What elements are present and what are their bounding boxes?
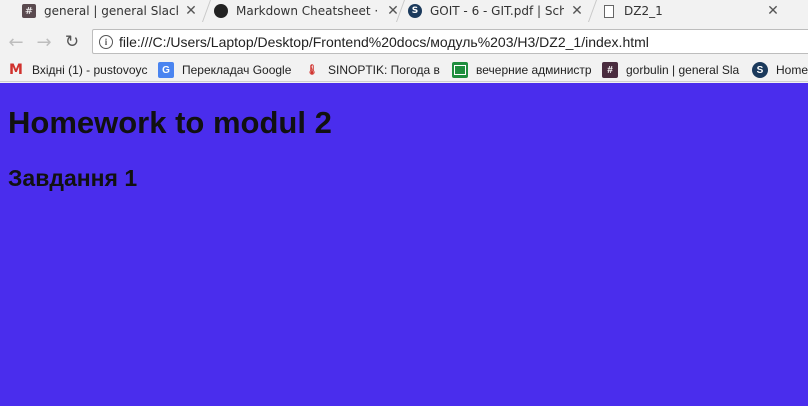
bookmark-label: SINOPTIK: Погода в У	[328, 63, 442, 77]
browser-toolbar: ← → ↻ i file:///C:/Users/Laptop/Desktop/…	[0, 28, 808, 56]
reload-icon[interactable]: ↻	[62, 32, 82, 52]
bookmark-label: вечерние администр	[476, 63, 592, 77]
tab-strip: # general | general Slack ✕ Markdown Che…	[0, 0, 808, 28]
thermometer-icon: 🌡	[305, 64, 319, 76]
bookmark-home[interactable]: S Home	[752, 61, 808, 79]
google-sheets-icon	[452, 62, 468, 78]
bookmark-gmail[interactable]: M Вхідні (1) - pustovoyc	[8, 61, 150, 79]
bookmark-label: Вхідні (1) - pustovoyc	[32, 63, 148, 77]
url-text: file:///C:/Users/Laptop/Desktop/Frontend…	[119, 33, 649, 50]
tab-title: Markdown Cheatsheet · a	[236, 4, 380, 18]
tab-separator	[201, 0, 212, 22]
page-subtitle: Завдання 1	[8, 165, 138, 191]
google-translate-icon: G	[158, 62, 174, 78]
tab-general-slack[interactable]: # general | general Slack ✕	[22, 0, 198, 22]
gmail-icon: M	[9, 62, 23, 78]
slack-hash-icon: #	[22, 4, 36, 18]
page-title: Homework to modul 2	[8, 105, 332, 140]
forward-arrow-icon[interactable]: →	[34, 32, 54, 53]
bookmark-google-translate[interactable]: G Перекладач Google	[158, 61, 294, 79]
info-icon[interactable]: i	[99, 34, 113, 49]
slack-hash-icon: #	[602, 62, 618, 78]
tab-markdown-cheatsheet[interactable]: Markdown Cheatsheet · a ✕	[214, 0, 400, 22]
tab-separator	[587, 0, 598, 22]
tab-dz2-1[interactable]: DZ2_1 ✕	[602, 0, 780, 22]
tab-title: DZ2_1	[624, 4, 663, 18]
skype-icon: S	[408, 4, 422, 18]
skype-icon: S	[752, 62, 768, 78]
tab-title: GOIT - 6 - GIT.pdf | Scho	[430, 4, 564, 18]
bookmarks-bar: M Вхідні (1) - pustovoyc G Перекладач Go…	[0, 58, 808, 82]
bookmark-label: gorbulin | general Sla	[626, 63, 740, 77]
close-icon[interactable]: ✕	[570, 3, 584, 19]
tab-title: general | general Slack	[44, 4, 178, 18]
github-icon	[214, 4, 228, 18]
bookmark-sinoptik[interactable]: 🌡 SINOPTIK: Погода в У	[304, 61, 442, 79]
bookmark-label: Home	[776, 63, 808, 77]
bookmark-label: Перекладач Google	[182, 63, 292, 77]
close-icon[interactable]: ✕	[184, 3, 198, 19]
back-arrow-icon[interactable]: ←	[6, 32, 26, 53]
page-viewport: Homework to modul 2 Завдання 1	[0, 83, 808, 406]
address-bar[interactable]: i file:///C:/Users/Laptop/Desktop/Fronte…	[92, 29, 808, 54]
close-icon[interactable]: ✕	[766, 3, 780, 19]
bookmark-gorbulin-slack[interactable]: # gorbulin | general Sla	[602, 61, 744, 79]
document-icon	[602, 4, 616, 18]
bookmark-sheets[interactable]: вечерние администр	[452, 61, 592, 79]
tab-goit-pdf[interactable]: S GOIT - 6 - GIT.pdf | Scho ✕	[408, 0, 584, 22]
